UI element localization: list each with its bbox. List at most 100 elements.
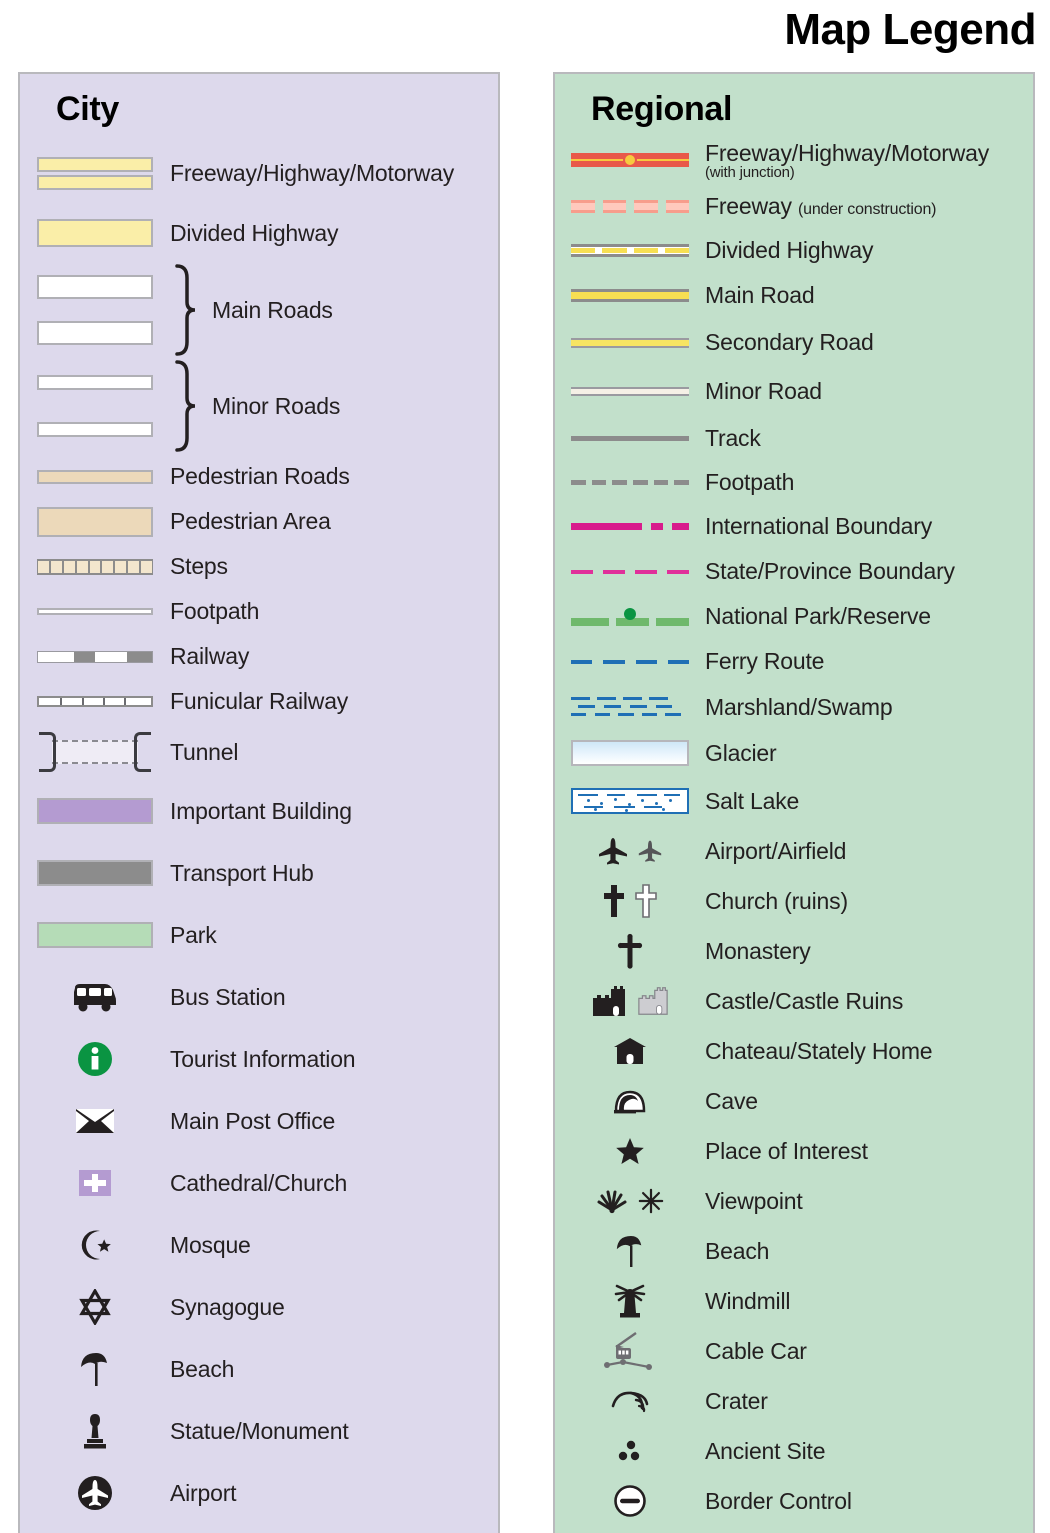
legend-label: Glacier <box>705 739 777 766</box>
legend-label: Marshland/Swamp <box>705 693 893 720</box>
budded-cross-icon <box>555 933 705 969</box>
viewpoint-pair-icon <box>555 1188 705 1214</box>
legend-item-regional-place-of-interest[interactable]: Place of Interest <box>555 1126 1033 1176</box>
legend-label: Main Post Office <box>170 1107 336 1134</box>
legend-label: Place of Interest <box>705 1137 868 1164</box>
legend-item-regional-freeway[interactable]: Freeway/Highway/Motorway (with junction) <box>555 136 1033 184</box>
legend-label: Mosque <box>170 1231 251 1258</box>
legend-item-city-steps[interactable]: Steps <box>20 544 498 589</box>
legend-item-regional-international-boundary[interactable]: International Boundary <box>555 504 1033 549</box>
legend-item-regional-glacier[interactable]: Glacier <box>555 730 1033 776</box>
legend-label: International Boundary <box>705 513 933 539</box>
legend-item-regional-border-control[interactable]: Border Control <box>555 1476 1033 1526</box>
legend-label: Airport <box>170 1479 237 1506</box>
legend-item-city-tourist-information[interactable]: Tourist Information <box>20 1028 498 1090</box>
city-steps-swatch <box>20 558 170 575</box>
legend-item-regional-state-boundary[interactable]: State/Province Boundary <box>555 549 1033 594</box>
legend-item-regional-church[interactable]: Church (ruins) <box>555 876 1033 926</box>
legend-label: Pedestrian Area <box>170 508 331 534</box>
legend-item-city-synagogue[interactable]: Synagogue <box>20 1276 498 1338</box>
legend-label: Ferry Route <box>705 648 825 674</box>
main-roads-brace <box>175 264 197 356</box>
regional-freeway-construction-swatch <box>555 199 705 213</box>
legend-item-city-statue[interactable]: Statue/Monument <box>20 1400 498 1462</box>
legend-item-city-pedestrian-roads[interactable]: Pedestrian Roads <box>20 454 498 499</box>
legend-item-city-airport[interactable]: Airport <box>20 1462 498 1524</box>
legend-item-regional-ferry-route[interactable]: Ferry Route <box>555 639 1033 684</box>
legend-item-regional-minor-road[interactable]: Minor Road <box>555 367 1033 416</box>
regional-track-swatch <box>555 435 705 441</box>
legend-item-regional-airport[interactable]: Airport/Airfield <box>555 826 1033 876</box>
legend-item-regional-monastery[interactable]: Monastery <box>555 926 1033 976</box>
legend-item-regional-secondary-road[interactable]: Secondary Road <box>555 318 1033 367</box>
legend-label: Funicular Railway <box>170 688 349 714</box>
legend-item-regional-main-road[interactable]: Main Road <box>555 273 1033 318</box>
city-transport-hub-swatch <box>20 860 170 886</box>
regional-main-road-swatch <box>555 289 705 302</box>
legend-item-regional-castle[interactable]: Castle/Castle Ruins <box>555 976 1033 1026</box>
airplane-circle-icon <box>20 1475 170 1511</box>
legend-item-regional-cable-car[interactable]: Cable Car <box>555 1326 1033 1376</box>
legend-item-city-main-roads[interactable]: Main Roads <box>20 262 498 358</box>
legend-item-regional-salt-lake[interactable]: Salt Lake <box>555 776 1033 826</box>
legend-item-regional-track[interactable]: Track <box>555 416 1033 460</box>
regional-panel-heading: Regional <box>591 90 733 128</box>
regional-legend-panel: Regional Freeway/Highway/Motorway (with … <box>553 72 1035 1533</box>
legend-item-city-important-building[interactable]: Important Building <box>20 780 498 842</box>
legend-item-regional-national-park[interactable]: National Park/Reserve <box>555 594 1033 639</box>
legend-item-regional-crater[interactable]: Crater <box>555 1376 1033 1426</box>
regional-secondary-road-swatch <box>555 337 705 348</box>
city-tunnel-swatch <box>20 730 170 774</box>
legend-item-city-transport-hub[interactable]: Transport Hub <box>20 842 498 904</box>
legend-item-regional-beach[interactable]: Beach <box>555 1226 1033 1276</box>
legend-item-regional-windmill[interactable]: Windmill <box>555 1276 1033 1326</box>
legend-item-regional-marshland[interactable]: Marshland/Swamp <box>555 684 1033 730</box>
legend-item-city-pedestrian-area[interactable]: Pedestrian Area <box>20 499 498 544</box>
legend-item-regional-viewpoint[interactable]: Viewpoint <box>555 1176 1033 1226</box>
windmill-icon <box>555 1283 705 1319</box>
minor-roads-brace <box>175 360 197 452</box>
city-divided-highway-swatch <box>20 219 170 247</box>
border-control-icon <box>555 1484 705 1518</box>
star-icon <box>555 1136 705 1166</box>
legend-label: Main Road <box>705 282 815 308</box>
legend-item-city-divided-highway[interactable]: Divided Highway <box>20 204 498 262</box>
legend-item-regional-ancient-site[interactable]: Ancient Site <box>555 1426 1033 1476</box>
city-minor-roads-swatch <box>20 375 170 437</box>
legend-label-main: Freeway/Highway/Motorway <box>705 139 990 166</box>
legend-label: Tourist Information <box>170 1045 356 1072</box>
legend-label: Divided Highway <box>705 237 874 263</box>
legend-item-city-cathedral[interactable]: Cathedral/Church <box>20 1152 498 1214</box>
star-and-crescent-icon <box>20 1228 170 1262</box>
legend-item-regional-footpath[interactable]: Footpath <box>555 460 1033 504</box>
legend-item-city-bus-station[interactable]: Bus Station <box>20 966 498 1028</box>
legend-item-city-beach[interactable]: Beach <box>20 1338 498 1400</box>
legend-label: Freeway (under construction) <box>705 193 936 220</box>
legend-item-city-park[interactable]: Park <box>20 904 498 966</box>
legend-label: Important Building <box>170 797 352 824</box>
legend-item-city-tunnel[interactable]: Tunnel <box>20 724 498 780</box>
castle-pair-icon <box>555 984 705 1018</box>
legend-item-city-freeway[interactable]: Freeway/Highway/Motorway <box>20 142 498 204</box>
page-title: Map Legend <box>784 5 1036 54</box>
statue-icon <box>20 1412 170 1450</box>
legend-label: Footpath <box>170 598 260 624</box>
legend-item-regional-freeway-construction[interactable]: Freeway (under construction) <box>555 184 1033 228</box>
legend-label: Freeway/Highway/Motorway <box>170 159 455 186</box>
legend-label: Divided Highway <box>170 219 339 246</box>
legend-item-city-railway[interactable]: Railway <box>20 634 498 679</box>
legend-item-regional-cave[interactable]: Cave <box>555 1076 1033 1126</box>
legend-item-city-mosque[interactable]: Mosque <box>20 1214 498 1276</box>
legend-item-city-funicular[interactable]: Funicular Railway <box>20 679 498 724</box>
legend-label: Cave <box>705 1087 758 1114</box>
legend-item-city-post-office[interactable]: Main Post Office <box>20 1090 498 1152</box>
legend-item-regional-chateau[interactable]: Chateau/Stately Home <box>555 1026 1033 1076</box>
legend-item-city-footpath[interactable]: Footpath <box>20 589 498 634</box>
regional-glacier-swatch <box>555 740 705 766</box>
legend-label: Church (ruins) <box>705 887 848 914</box>
legend-item-regional-divided-highway[interactable]: Divided Highway <box>555 228 1033 273</box>
cable-car-icon <box>555 1331 705 1371</box>
regional-ferry-route-swatch <box>555 659 705 664</box>
regional-divided-highway-swatch <box>555 244 705 257</box>
legend-item-city-minor-roads[interactable]: Minor Roads <box>20 358 498 454</box>
